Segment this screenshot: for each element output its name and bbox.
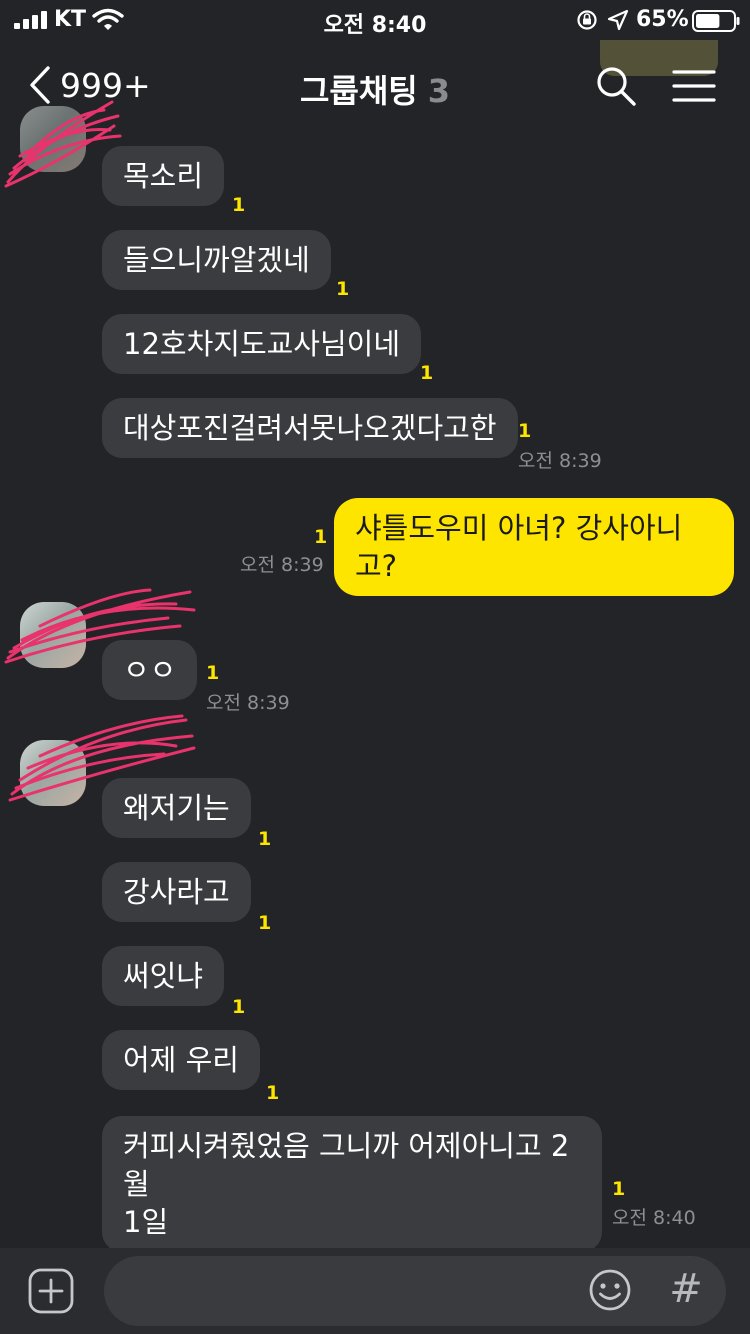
message-input[interactable] bbox=[104, 1256, 726, 1326]
message-bubble[interactable]: 강사라고 bbox=[102, 862, 251, 922]
battery-icon bbox=[692, 10, 740, 32]
message-bubble[interactable]: 목소리 bbox=[102, 146, 225, 206]
chat-message-list[interactable]: 목소리 1 들으니까알겠네 1 12호차지도교사님이네 1 대상포진걸려서못나오… bbox=[0, 0, 750, 1252]
member-count: 3 bbox=[427, 72, 451, 110]
my-message-bubble[interactable]: 샤틀도우미 아녀? 강사아니고? bbox=[334, 498, 734, 596]
search-icon[interactable] bbox=[594, 64, 638, 108]
hashtag-icon[interactable]: # bbox=[666, 1262, 706, 1316]
unread-count: 1 bbox=[266, 1082, 280, 1104]
message-bubble[interactable]: 들으니까알겠네 bbox=[102, 230, 331, 290]
message-bubble[interactable]: ㅇㅇ bbox=[102, 640, 198, 700]
battery-percent: 65% bbox=[636, 7, 689, 32]
location-icon bbox=[607, 9, 629, 31]
message-bubble[interactable]: 써잇냐 bbox=[102, 946, 225, 1006]
message-time: 오전 8:39 bbox=[240, 554, 324, 576]
message-bubble[interactable]: 커피시켜줬었음 그니까 어제아니고 2월 1일 bbox=[102, 1116, 602, 1252]
unread-count: 1 bbox=[258, 912, 272, 934]
chat-header: 999+ 그룹채팅 3 bbox=[0, 26, 750, 132]
unread-count: 1 bbox=[336, 278, 350, 300]
add-icon[interactable] bbox=[28, 1268, 74, 1314]
emoji-icon[interactable] bbox=[588, 1268, 632, 1312]
unread-count: 1 bbox=[612, 1178, 626, 1200]
unread-count: 1 bbox=[420, 362, 434, 384]
message-time: 오전 8:40 bbox=[612, 1207, 696, 1229]
unread-count: 1 bbox=[258, 828, 272, 850]
orientation-lock-icon bbox=[577, 10, 597, 30]
unread-count: 1 bbox=[232, 996, 246, 1018]
message-time: 오전 8:39 bbox=[206, 692, 290, 714]
chat-room-name: 그룹채팅 bbox=[299, 72, 418, 110]
unread-count: 1 bbox=[232, 194, 246, 216]
message-input-bar: # bbox=[0, 1248, 750, 1334]
message-bubble[interactable]: 12호차지도교사님이네 bbox=[102, 314, 422, 374]
message-time: 오전 8:39 bbox=[518, 450, 602, 472]
unread-count: 1 bbox=[518, 420, 532, 442]
sender-avatar[interactable] bbox=[20, 602, 86, 668]
sender-avatar[interactable] bbox=[20, 740, 86, 806]
message-bubble[interactable]: 대상포진걸려서못나오겠다고한 bbox=[102, 398, 518, 458]
menu-icon[interactable] bbox=[672, 68, 716, 104]
message-bubble[interactable]: 어제 우리 bbox=[102, 1030, 260, 1090]
message-bubble[interactable]: 왜저기는 bbox=[102, 778, 251, 838]
unread-count: 1 bbox=[206, 662, 220, 684]
unread-count: 1 bbox=[314, 526, 328, 548]
status-bar: KT 오전 8:40 65% bbox=[0, 0, 750, 40]
